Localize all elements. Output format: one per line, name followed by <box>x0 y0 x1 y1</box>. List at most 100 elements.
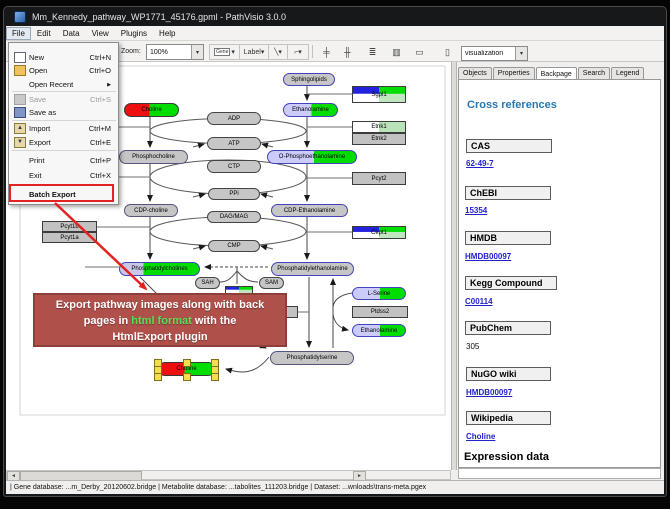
node-ptdss2[interactable]: Ptdss2 <box>352 306 408 318</box>
menu-data[interactable]: Data <box>57 27 86 40</box>
nugo-link[interactable]: HMDB00097 <box>466 388 512 397</box>
section-hmdb: HMDB <box>465 231 551 245</box>
node-cdp-ethanolamine[interactable]: CDP-Ethanolamine <box>271 204 348 217</box>
selection-handle[interactable] <box>183 359 191 367</box>
node-ethanolamine[interactable]: Ethanolamine <box>283 103 338 117</box>
menu-plugins[interactable]: Plugins <box>115 27 153 40</box>
tab-properties[interactable]: Properties <box>493 67 535 79</box>
node-ctp[interactable]: CTP <box>207 160 261 173</box>
zoom-value: 100% <box>147 49 191 56</box>
node-phosphatidylethanolamine[interactable]: Phosphatidylethanolamine <box>271 262 354 276</box>
node-pcyt1b[interactable]: Pcyt1b <box>42 221 97 232</box>
distribute-rows-icon[interactable]: ≣ <box>365 45 380 59</box>
selection-handle[interactable] <box>211 373 219 381</box>
node-etnk2[interactable]: Etnk2 <box>352 133 406 145</box>
annotation-callout: Export pathway images along with back pa… <box>33 293 287 347</box>
align-center-icon[interactable]: ╪ <box>319 45 334 59</box>
menu-bar: File Edit Data View Plugins Help <box>6 26 664 41</box>
pathvisio-window: Mm_Kennedy_pathway_WP1771_45176.gpml - P… <box>0 0 670 509</box>
batch-export-highlight-box <box>9 184 114 202</box>
node-l-serine[interactable]: L-Serine <box>352 287 406 300</box>
layout-icon[interactable]: ▯ <box>440 45 455 59</box>
section-cas: CAS <box>466 139 552 153</box>
line-dropdown-icon: ▾ <box>278 48 282 56</box>
menu-item-save-as[interactable]: Save as <box>10 106 118 119</box>
node-pcyt2[interactable]: Pcyt2 <box>352 172 406 185</box>
annotation-line1: Export pathway images along with back <box>35 297 285 313</box>
selection-handle[interactable] <box>183 373 191 381</box>
save-icon <box>14 94 26 105</box>
save-as-icon <box>14 107 26 118</box>
panel-splitter[interactable] <box>451 62 457 470</box>
line-tool-button[interactable]: ╲ ▾ <box>268 44 288 60</box>
node-choline[interactable]: Choline <box>124 103 179 117</box>
menu-item-exit[interactable]: ExitCtrl+X <box>10 169 118 182</box>
node-cmp[interactable]: CMP <box>208 240 260 252</box>
node-sphingolipids[interactable]: Sphingolipids <box>283 73 335 86</box>
node-o-phosphoethanolamine[interactable]: O-Phosphoethanolamine <box>267 150 357 164</box>
menu-file[interactable]: File <box>6 27 31 40</box>
node-atp[interactable]: ATP <box>207 137 261 150</box>
horizontal-scrollbar[interactable]: ◄ ► <box>6 470 451 480</box>
pubchem-value: 305 <box>466 342 479 351</box>
section-nugo: NuGO wiki <box>466 367 551 381</box>
gene-dropdown-icon: ▾ <box>231 48 235 56</box>
node-sah[interactable]: SAH <box>195 277 220 289</box>
node-ppi[interactable]: PPi <box>208 188 260 200</box>
distribute-columns-icon[interactable]: ▥ <box>389 45 404 59</box>
tab-search[interactable]: Search <box>578 67 610 79</box>
sidebar-footer <box>458 468 661 479</box>
chebi-link[interactable]: 15354 <box>465 206 487 215</box>
gene-tool-button[interactable]: Gene ▾ <box>209 44 240 60</box>
cas-link[interactable]: 62-49-7 <box>466 159 494 168</box>
zoom-dropdown-icon[interactable]: ▾ <box>191 45 203 59</box>
common-size-icon[interactable]: ▭ <box>412 45 427 59</box>
node-phosphocholine[interactable]: Phosphocholine <box>119 150 188 164</box>
menu-separator <box>12 91 116 92</box>
node-adp[interactable]: ADP <box>207 112 261 125</box>
kegg-link[interactable]: C00114 <box>465 297 493 306</box>
selection-handle[interactable] <box>154 373 162 381</box>
sidebar-tabs: Objects Properties Backpage Search Legen… <box>458 64 662 79</box>
new-document-icon <box>14 52 26 63</box>
label-tool-button[interactable]: Label ▾ <box>239 44 269 60</box>
menu-separator <box>12 120 116 121</box>
hmdb-link[interactable]: HMDB00097 <box>465 252 511 261</box>
visualization-value: visualization <box>462 50 515 57</box>
zoom-combobox[interactable]: 100% ▾ <box>146 44 204 60</box>
title-bar[interactable]: Mm_Kennedy_pathway_WP1771_45176.gpml - P… <box>6 8 664 26</box>
node-dag-mag[interactable]: DAG/MAG <box>207 211 261 223</box>
menu-view[interactable]: View <box>86 27 115 40</box>
connector-tool-button[interactable]: ⌐ ▾ <box>287 44 309 60</box>
node-sam[interactable]: SAM <box>259 277 284 289</box>
node-cdp-choline[interactable]: CDP-choline <box>124 204 178 217</box>
node-phosphatidylserine[interactable]: Phosphatidylserine <box>270 351 354 365</box>
backpage-panel <box>458 79 661 468</box>
menu-item-import[interactable]: ▲ ImportCtrl+M <box>10 122 118 135</box>
node-phosphatidylcholines[interactable]: Phosphatidylcholines <box>119 262 200 276</box>
zoom-label: Zoom: <box>121 48 141 55</box>
visualization-combobox[interactable]: visualization ▾ <box>461 46 528 61</box>
node-etnk1[interactable]: Etnk1 <box>352 121 406 133</box>
node-ethanolamine-2[interactable]: Ethanolamine <box>352 324 406 337</box>
tab-legend[interactable]: Legend <box>611 67 644 79</box>
menu-item-export[interactable]: ▼ ExportCtrl+E <box>10 136 118 149</box>
menu-item-open-recent[interactable]: Open Recent▶ <box>10 78 118 91</box>
node-pcyt1a[interactable]: Pcyt1a <box>42 232 97 243</box>
menu-item-save: SaveCtrl+S <box>10 93 118 106</box>
import-icon: ▲ <box>14 123 26 134</box>
menu-edit[interactable]: Edit <box>31 27 57 40</box>
node-sgpl1[interactable]: Sgpl1 <box>352 86 406 103</box>
menu-help[interactable]: Help <box>153 27 181 40</box>
window-title: Mm_Kennedy_pathway_WP1771_45176.gpml - P… <box>32 12 286 22</box>
section-chebi: ChEBI <box>465 186 551 200</box>
node-cept1[interactable]: Cept1 <box>352 226 406 239</box>
tab-objects[interactable]: Objects <box>458 67 492 79</box>
wikipedia-link[interactable]: Choline <box>466 432 495 441</box>
align-middle-icon[interactable]: ╫ <box>340 45 355 59</box>
menu-item-new[interactable]: NewCtrl+N <box>10 51 118 64</box>
menu-item-open[interactable]: OpenCtrl+O <box>10 64 118 77</box>
visualization-dropdown-icon[interactable]: ▾ <box>515 47 527 60</box>
submenu-arrow-icon: ▶ <box>107 82 111 88</box>
menu-item-print[interactable]: PrintCtrl+P <box>10 154 118 167</box>
